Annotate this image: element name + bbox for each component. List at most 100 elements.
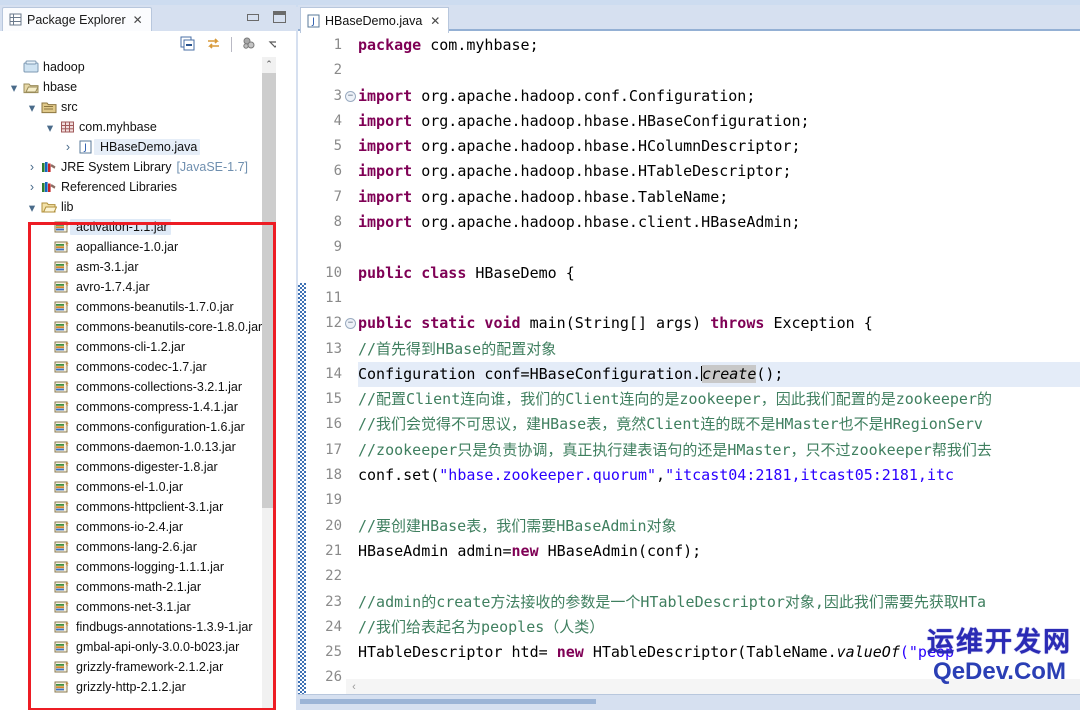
code-line[interactable]: import org.apache.hadoop.hbase.HTableDes… — [358, 159, 1080, 184]
editor-body[interactable]: 1 2 3− 4 5 6 7 8 9 10 11 12− 13 14 15 16 17 18 19 20 21 22 23 2… — [298, 33, 1080, 710]
jar-list-item[interactable]: e commons-collections-3.2.1.jar — [0, 377, 276, 397]
tree-item-jre-system-library[interactable]: › JRE System Library [JavaSE-1.7] — [0, 157, 276, 177]
code-line[interactable] — [358, 564, 1080, 589]
tree-item-src[interactable]: ▾ src — [0, 97, 276, 117]
svg-text:e: e — [65, 662, 68, 668]
code-line[interactable]: import org.apache.hadoop.hbase.TableName… — [358, 185, 1080, 210]
jar-label-highlight: grizzly-framework-2.1.2.jar — [70, 659, 226, 675]
jar-label-highlight: activation-1.1.jar — [70, 219, 171, 235]
code-keyword: public class — [358, 263, 476, 282]
chevron-right-icon[interactable]: › — [24, 180, 40, 194]
code-line[interactable] — [358, 488, 1080, 513]
jar-list-item[interactable]: e grizzly-framework-2.1.2.jar — [0, 657, 276, 677]
scrollbar-thumb[interactable] — [262, 73, 276, 508]
jar-list[interactable]: e activation-1.1.jar e aopalliance-1.0.jar e… — [0, 217, 276, 697]
tree-item-hbase[interactable]: ▾ hbase — [0, 77, 276, 97]
chevron-down-icon[interactable]: ▾ — [24, 200, 40, 215]
jar-list-item[interactable]: e commons-daemon-1.0.13.jar — [0, 437, 276, 457]
jar-list-item[interactable]: e avro-1.7.4.jar — [0, 277, 276, 297]
code-line[interactable]: public class HBaseDemo { — [358, 261, 1080, 286]
close-icon[interactable]: ✕ — [133, 14, 143, 26]
code-text: com.myhbase; — [430, 36, 539, 54]
jar-list-item[interactable]: e commons-configuration-1.6.jar — [0, 417, 276, 437]
code-text-area[interactable]: package com.myhbase; import org.apache.h… — [358, 33, 1080, 710]
jar-icon: e — [52, 660, 70, 674]
jar-list-item[interactable]: e commons-cli-1.2.jar — [0, 337, 276, 357]
jar-list-item[interactable]: e commons-logging-1.1.1.jar — [0, 557, 276, 577]
jar-list-item[interactable]: e aopalliance-1.0.jar — [0, 237, 276, 257]
chevron-down-icon[interactable]: ▾ — [6, 80, 22, 95]
code-line[interactable]: //admin的create方法接收的参数是一个HTableDescriptor… — [358, 590, 1080, 615]
svg-text:e: e — [65, 642, 68, 648]
tree-item-hadoop[interactable]: hadoop — [0, 57, 276, 77]
close-icon[interactable]: ✕ — [430, 14, 440, 28]
jar-list-item[interactable]: e commons-io-2.4.jar — [0, 517, 276, 537]
fold-toggle-icon[interactable]: − — [345, 318, 356, 330]
jar-label-highlight: grizzly-http-2.1.2.jar — [70, 679, 189, 695]
jar-list-item[interactable]: e commons-digester-1.8.jar — [0, 457, 276, 477]
jar-list-item[interactable]: e commons-math-2.1.jar — [0, 577, 276, 597]
bottom-scrollbar-thumb[interactable] — [300, 699, 596, 704]
code-line[interactable] — [358, 286, 1080, 311]
tree-item-referenced-libraries[interactable]: › Referenced Libraries — [0, 177, 276, 197]
collapse-all-icon[interactable] — [175, 33, 201, 55]
chevron-down-icon[interactable]: ▾ — [42, 120, 58, 135]
code-line[interactable]: import org.apache.hadoop.hbase.client.HB… — [358, 210, 1080, 235]
jar-list-item[interactable]: e activation-1.1.jar — [0, 217, 276, 237]
chevron-down-icon[interactable]: ▾ — [24, 100, 40, 115]
jar-list-item[interactable]: e grizzly-http-2.1.2.jar — [0, 677, 276, 697]
chevron-right-icon[interactable]: › — [60, 140, 76, 154]
line-number: 11 — [325, 289, 342, 306]
jar-list-item[interactable]: e commons-httpclient-3.1.jar — [0, 497, 276, 517]
jar-label: commons-collections-3.2.1.jar — [76, 380, 243, 394]
jar-list-item[interactable]: e commons-el-1.0.jar — [0, 477, 276, 497]
code-line[interactable]: HTableDescriptor htd= new HTableDescript… — [358, 640, 1080, 665]
code-line[interactable]: import org.apache.hadoop.conf.Configurat… — [358, 84, 1080, 109]
code-line[interactable] — [358, 235, 1080, 260]
tree-item-package[interactable]: ▾ com.myhbase — [0, 117, 276, 137]
view-menu-icon[interactable] — [236, 33, 262, 55]
code-line[interactable]: import org.apache.hadoop.hbase.HBaseConf… — [358, 109, 1080, 134]
minimize-button[interactable] — [247, 13, 259, 21]
code-line[interactable]: HBaseAdmin admin=new HBaseAdmin(conf); — [358, 539, 1080, 564]
explorer-vertical-scrollbar[interactable]: ⌃ — [262, 57, 276, 710]
project-tree[interactable]: hadoop ▾ hbase ▾ src ▾ com.myhbase › J H… — [0, 57, 276, 710]
code-line[interactable]: conf.set("hbase.zookeeper.quorum","itcas… — [358, 463, 1080, 488]
code-line[interactable]: Configuration conf=HBaseConfiguration.cr… — [358, 361, 1080, 388]
editor-horizontal-scrollbar[interactable]: ‹ — [346, 679, 1080, 694]
jar-list-item[interactable]: e findbugs-annotations-1.3.9-1.jar — [0, 617, 276, 637]
code-line[interactable]: public static void main(String[] args) t… — [358, 311, 1080, 336]
code-keyword: new — [556, 643, 593, 662]
code-line[interactable]: //我们会觉得不可思议，建HBase表，竟然Client连的既不是HMaster… — [358, 412, 1080, 437]
code-line[interactable]: //zookeeper只是负责协调，真正执行建表语句的还是HMaster，只不过… — [358, 438, 1080, 463]
project-closed-icon — [22, 60, 40, 74]
jar-list-item[interactable]: e commons-beanutils-core-1.8.0.jar — [0, 317, 276, 337]
code-line[interactable]: import org.apache.hadoop.hbase.HColumnDe… — [358, 134, 1080, 159]
tree-item-lib[interactable]: ▾ lib — [0, 197, 276, 217]
fold-toggle-icon[interactable]: − — [345, 90, 356, 102]
jar-list-item[interactable]: e commons-beanutils-1.7.0.jar — [0, 297, 276, 317]
jar-list-item[interactable]: e gmbal-api-only-3.0.0-b023.jar — [0, 637, 276, 657]
chevron-right-icon[interactable]: › — [24, 160, 40, 174]
jar-list-item[interactable]: e commons-compress-1.4.1.jar — [0, 397, 276, 417]
jar-icon: e — [52, 480, 70, 494]
jar-list-item[interactable]: e commons-net-3.1.jar — [0, 597, 276, 617]
tree-item-hbasedemo-java[interactable]: › J HBaseDemo.java — [0, 137, 276, 157]
tab-package-explorer[interactable]: Package Explorer ✕ — [2, 7, 152, 31]
code-line[interactable]: package com.myhbase; — [358, 33, 1080, 58]
code-line[interactable]: //配置Client连向谁，我们的Client连向的是zookeeper，因此我… — [358, 387, 1080, 412]
code-line[interactable]: //我们给表起名为peoples（人类） — [358, 615, 1080, 640]
scroll-left-arrow-icon[interactable]: ‹ — [346, 681, 362, 693]
jar-list-item[interactable]: e asm-3.1.jar — [0, 257, 276, 277]
jar-list-item[interactable]: e commons-codec-1.7.jar — [0, 357, 276, 377]
jar-icon: e — [52, 340, 70, 354]
tab-hbasedemo-java[interactable]: J HBaseDemo.java ✕ — [300, 7, 450, 33]
jar-list-item[interactable]: e commons-lang-2.6.jar — [0, 537, 276, 557]
code-line[interactable]: //首先得到HBase的配置对象 — [358, 337, 1080, 362]
line-number: 21 — [325, 542, 342, 559]
code-line[interactable] — [358, 58, 1080, 83]
link-with-editor-icon[interactable] — [201, 33, 227, 55]
code-line[interactable]: //要创建HBase表，我们需要HBaseAdmin对象 — [358, 514, 1080, 539]
scroll-up-arrow-icon[interactable]: ⌃ — [262, 57, 276, 71]
maximize-button[interactable] — [273, 11, 286, 23]
